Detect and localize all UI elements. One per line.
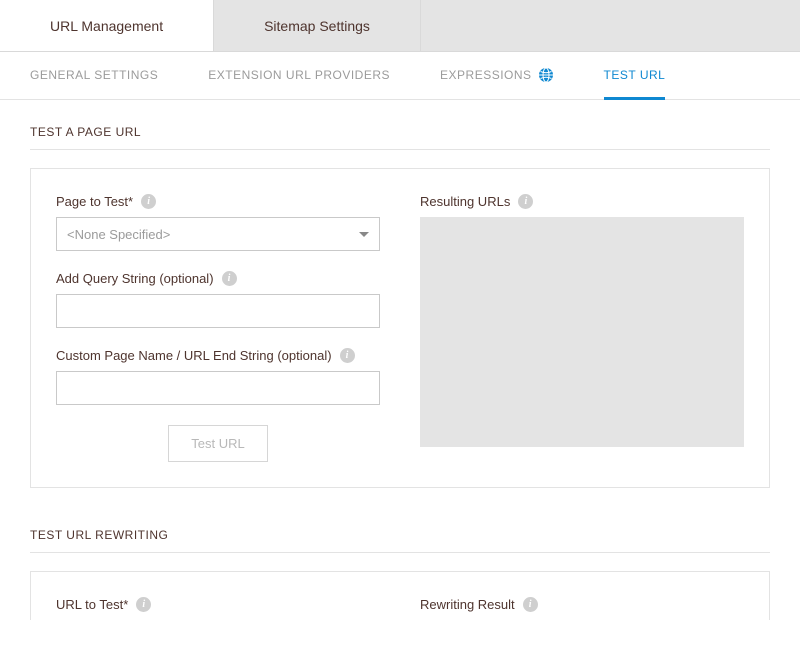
sub-tabs: GENERAL SETTINGS EXTENSION URL PROVIDERS…	[0, 52, 800, 100]
tab-sitemap-settings[interactable]: Sitemap Settings	[214, 0, 421, 51]
top-tabs: URL Management Sitemap Settings	[0, 0, 800, 52]
globe-icon	[538, 67, 554, 83]
info-icon[interactable]: i	[340, 348, 355, 363]
right-column: Resulting URLs i	[420, 194, 744, 462]
field-custom-page-name: Custom Page Name / URL End String (optio…	[56, 348, 380, 405]
subtab-test-url[interactable]: TEST URL	[604, 52, 666, 100]
page-to-test-label: Page to Test*	[56, 194, 133, 209]
rewriting-result-label: Rewriting Result	[420, 597, 515, 612]
subtab-expressions-label: EXPRESSIONS	[440, 68, 532, 82]
page-to-test-value: <None Specified>	[67, 227, 170, 242]
add-query-string-label: Add Query String (optional)	[56, 271, 214, 286]
right-column-2: Rewriting Result i	[420, 597, 744, 620]
info-icon[interactable]: i	[136, 597, 151, 612]
subtab-expressions[interactable]: EXPRESSIONS	[440, 52, 554, 100]
info-icon[interactable]: i	[523, 597, 538, 612]
panel-test-url-rewriting: URL to Test* i Rewriting Result i	[30, 571, 770, 620]
test-url-button[interactable]: Test URL	[168, 425, 267, 462]
url-to-test-label: URL to Test*	[56, 597, 128, 612]
info-icon[interactable]: i	[518, 194, 533, 209]
resulting-urls-output	[420, 217, 744, 447]
content-area: TEST A PAGE URL Page to Test* i <None Sp…	[0, 100, 800, 645]
subtab-extension-url-providers[interactable]: EXTENSION URL PROVIDERS	[208, 52, 390, 100]
custom-page-name-input[interactable]	[56, 371, 380, 405]
page-to-test-select[interactable]: <None Specified>	[56, 217, 380, 251]
resulting-urls-label: Resulting URLs	[420, 194, 510, 209]
custom-page-name-label: Custom Page Name / URL End String (optio…	[56, 348, 332, 363]
field-add-query-string: Add Query String (optional) i	[56, 271, 380, 328]
caret-down-icon	[359, 232, 369, 237]
add-query-string-input[interactable]	[56, 294, 380, 328]
field-page-to-test: Page to Test* i <None Specified>	[56, 194, 380, 251]
section-title-test-page-url: TEST A PAGE URL	[30, 125, 770, 150]
section-title-test-url-rewriting: TEST URL REWRITING	[30, 528, 770, 553]
info-icon[interactable]: i	[141, 194, 156, 209]
left-column: Page to Test* i <None Specified> Add Que…	[56, 194, 380, 462]
panel-test-page-url: Page to Test* i <None Specified> Add Que…	[30, 168, 770, 488]
tab-url-management[interactable]: URL Management	[0, 0, 214, 51]
subtab-general-settings[interactable]: GENERAL SETTINGS	[30, 52, 158, 100]
info-icon[interactable]: i	[222, 271, 237, 286]
left-column-2: URL to Test* i	[56, 597, 380, 620]
